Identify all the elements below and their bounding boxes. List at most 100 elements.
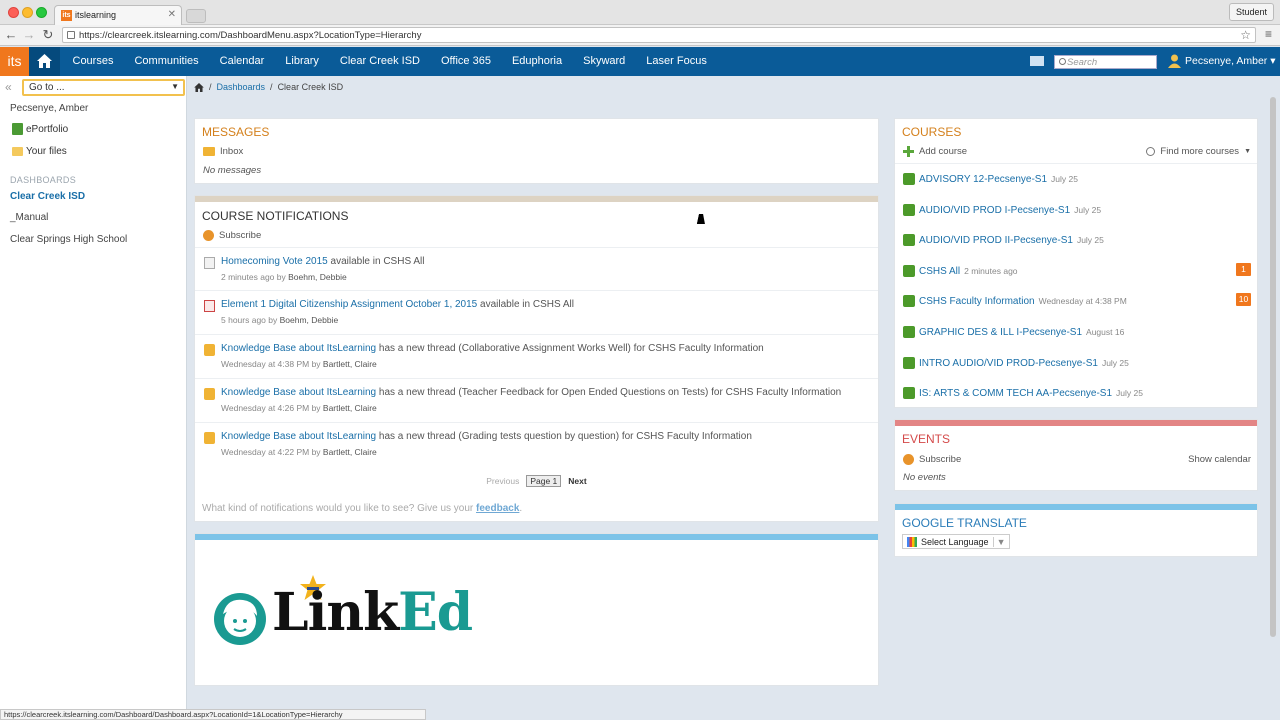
user-menu[interactable]: Pecsenye, Amber ▾ (1185, 55, 1276, 67)
nav-clear-creek-isd[interactable]: Clear Creek ISD (329, 47, 430, 76)
sidebar-item-manual[interactable]: _Manual (10, 212, 48, 223)
notification-link[interactable]: Knowledge Base about ItsLearning (221, 431, 376, 442)
sidebar-item-your-files[interactable]: Your files (12, 146, 67, 157)
course-date: 2 minutes ago (964, 266, 1018, 276)
events-subscribe-link[interactable]: Subscribe (903, 454, 961, 465)
show-calendar-link[interactable]: Show calendar (1188, 454, 1251, 465)
linked-mascot-icon (214, 593, 266, 645)
course-date: July 25 (1076, 235, 1104, 245)
course-name[interactable]: AUDIO/VID PROD I-Pecsenye-S1 (919, 205, 1070, 216)
nav-courses[interactable]: Courses (62, 47, 124, 76)
notification-link[interactable]: Knowledge Base about ItsLearning (221, 387, 376, 398)
pager-next[interactable]: Next (568, 476, 586, 486)
maximize-window-button[interactable] (36, 7, 47, 18)
reload-icon[interactable]: ↻ (41, 27, 55, 43)
add-course-button[interactable]: Add course (903, 146, 967, 157)
subscribe-link[interactable]: Subscribe (203, 230, 261, 241)
forum-icon (204, 344, 215, 356)
course-name[interactable]: CSHS All (919, 266, 960, 277)
course-name[interactable]: CSHS Faculty Information (919, 296, 1035, 307)
course-name[interactable]: INTRO AUDIO/VID PROD-Pecsenye-S1 (919, 358, 1098, 369)
course-date: July 25 (1101, 358, 1129, 368)
sidebar-item-clear-creek-isd[interactable]: Clear Creek ISD (10, 191, 85, 202)
bookmark-star-icon[interactable]: ☆ (1240, 28, 1251, 42)
rss-icon (903, 454, 914, 465)
user-icon (1168, 54, 1181, 68)
plus-icon (903, 146, 914, 157)
sidebar-item-clear-springs[interactable]: Clear Springs High School (10, 234, 127, 245)
course-item[interactable]: GRAPHIC DES & ILL I-Pecsenye-S1 August 16 (903, 326, 1124, 338)
its-logo[interactable]: its (0, 47, 29, 76)
feedback-line: What kind of notifications would you lik… (202, 503, 522, 514)
course-item[interactable]: ADVISORY 12-Pecsenye-S1 July 25 (903, 173, 1078, 185)
browser-menu-icon[interactable]: ≡ (1265, 27, 1272, 41)
events-title: EVENTS (902, 432, 951, 446)
breadcrumb-dashboards[interactable]: Dashboards (217, 82, 266, 92)
breadcrumb: / Dashboards / Clear Creek ISD (194, 80, 343, 94)
messages-panel: MESSAGES Inbox No messages (194, 118, 879, 184)
course-item[interactable]: AUDIO/VID PROD II-Pecsenye-S1 July 25 (903, 234, 1104, 246)
notification-link[interactable]: Homecoming Vote 2015 (221, 256, 328, 267)
home-button[interactable] (29, 47, 60, 76)
nav-skyward[interactable]: Skyward (573, 47, 636, 76)
course-icon (903, 234, 915, 246)
find-courses-button[interactable]: Find more courses ▼ (1146, 146, 1251, 157)
browser-tab[interactable]: its itslearning ✕ (54, 5, 182, 26)
notification-link[interactable]: Element 1 Digital Citizenship Assignment… (221, 299, 477, 310)
nav-communities[interactable]: Communities (124, 47, 209, 76)
goto-label: Go to ... (29, 82, 65, 93)
notification-by: by (274, 272, 289, 282)
sidebar-item-eportfolio[interactable]: ePortfolio (12, 123, 68, 135)
home-icon[interactable] (194, 82, 204, 92)
no-messages-text: No messages (203, 165, 262, 176)
document-icon (204, 257, 215, 269)
course-name[interactable]: IS: ARTS & COMM TECH AA-Pecsenye-S1 (919, 388, 1112, 399)
search-placeholder: Search (1067, 57, 1098, 68)
tab-close-icon[interactable]: ✕ (168, 9, 176, 20)
notification-text: available in (477, 299, 533, 310)
select-language-dropdown[interactable]: Select Language ▼ (902, 534, 1011, 549)
search-input[interactable]: Search (1054, 55, 1157, 69)
course-name[interactable]: AUDIO/VID PROD II-Pecsenye-S1 (919, 235, 1073, 246)
notification-text: has a new thread (Teacher Feedback for O… (376, 387, 726, 398)
course-item[interactable]: INTRO AUDIO/VID PROD-Pecsenye-S1 July 25 (903, 357, 1129, 369)
new-tab-button[interactable] (186, 9, 206, 23)
page-scrollbar[interactable] (1270, 97, 1276, 637)
notification-link[interactable]: Knowledge Base about ItsLearning (221, 343, 376, 354)
profile-button[interactable]: Student (1228, 3, 1274, 21)
nav-calendar[interactable]: Calendar (209, 47, 275, 76)
close-window-button[interactable] (8, 7, 19, 18)
notification-by: by (309, 359, 323, 369)
pager-previous[interactable]: Previous (486, 476, 519, 486)
mail-icon[interactable] (1030, 56, 1044, 66)
back-icon[interactable]: ← (4, 27, 18, 43)
feedback-link[interactable]: feedback (476, 503, 519, 514)
status-bar-url: https://clearcreek.itslearning.com/Dashb… (0, 709, 426, 720)
course-icon (903, 265, 915, 277)
forward-icon[interactable]: → (22, 27, 36, 43)
pager-current: Page 1 (526, 475, 562, 487)
linked-logo-ed: Ed (398, 582, 473, 643)
nav-eduphoria[interactable]: Eduphoria (501, 47, 572, 76)
nav-laser-focus[interactable]: Laser Focus (636, 47, 718, 76)
nav-office-365[interactable]: Office 365 (431, 47, 502, 76)
google-icon (907, 536, 917, 547)
goto-select[interactable]: Go to ... ▼ (22, 79, 185, 96)
minimize-window-button[interactable] (22, 7, 33, 18)
course-item[interactable]: IS: ARTS & COMM TECH AA-Pecsenye-S1 July … (903, 387, 1143, 399)
course-icon (903, 387, 915, 399)
url-input[interactable]: https://clearcreek.itslearning.com/Dashb… (62, 27, 1256, 43)
inbox-link[interactable]: Inbox (203, 146, 243, 157)
course-name[interactable]: ADVISORY 12-Pecsenye-S1 (919, 174, 1047, 185)
linked-panel: LinkEd (194, 533, 879, 686)
course-item[interactable]: CSHS Faculty Information Wednesday at 4:3… (903, 295, 1127, 307)
notification-author: Boehm, Debbie (279, 315, 339, 325)
nav-library[interactable]: Library (275, 47, 330, 76)
course-item[interactable]: AUDIO/VID PROD I-Pecsenye-S1 July 25 (903, 204, 1101, 216)
eportfolio-icon (12, 123, 23, 135)
course-item[interactable]: CSHS All 2 minutes ago (903, 265, 1018, 277)
panel-accent-bar (195, 534, 878, 540)
collapse-sidebar-icon[interactable]: « (5, 80, 12, 94)
course-name[interactable]: GRAPHIC DES & ILL I-Pecsenye-S1 (919, 327, 1082, 338)
magnifier-icon (1146, 147, 1156, 156)
